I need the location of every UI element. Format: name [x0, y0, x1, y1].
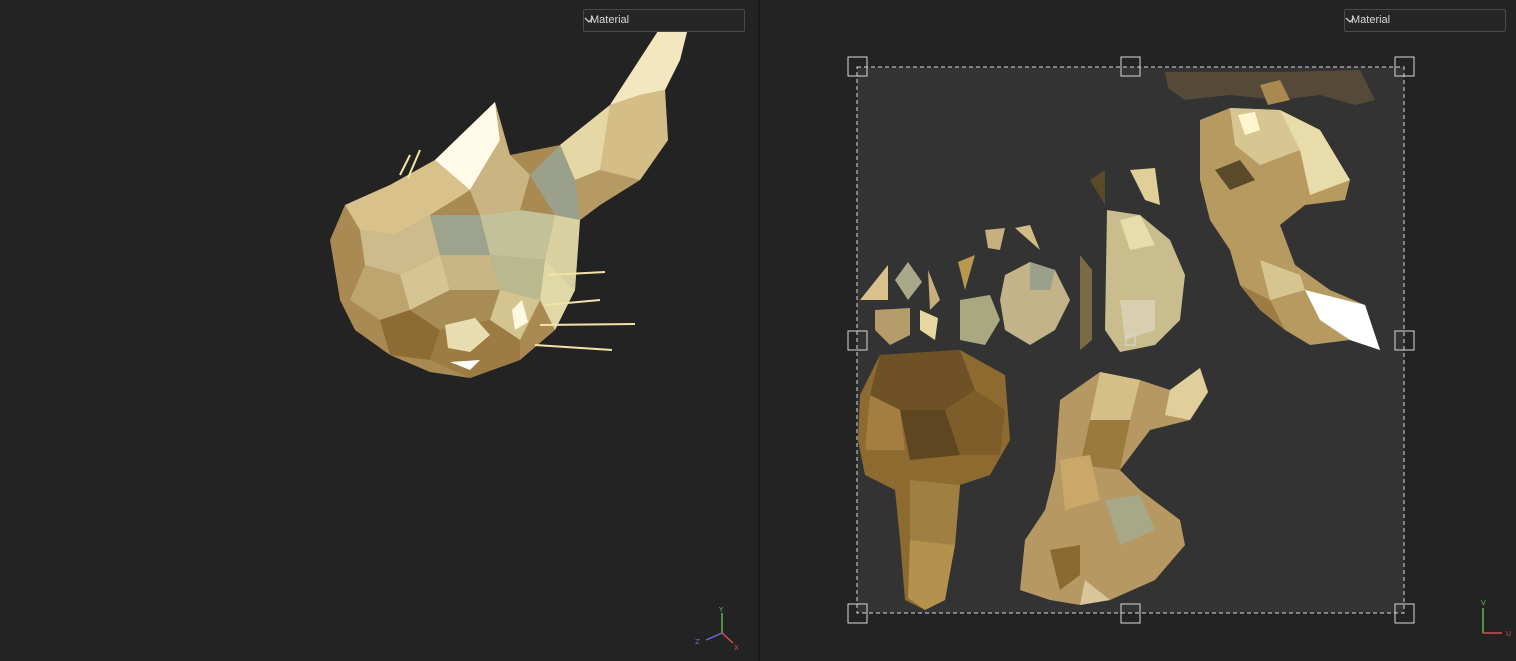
chevron-down-icon: [584, 17, 594, 23]
axis-gizmo-uv: V U: [1481, 599, 1511, 638]
uv-layout-render[interactable]: V U: [760, 0, 1516, 661]
shading-mode-label: Material: [590, 14, 630, 26]
axis-z-label: Z: [695, 638, 700, 646]
viewport-uv[interactable]: V U Material: [760, 0, 1516, 661]
3d-model-render[interactable]: Y Z X: [0, 0, 758, 661]
axis-v-label: V: [1481, 599, 1486, 607]
axis-y-label: Y: [718, 606, 724, 614]
viewport-3d[interactable]: Y Z X Material: [0, 0, 758, 661]
cat-head-mesh: [330, 20, 690, 378]
axis-x-label: X: [734, 644, 739, 652]
shading-mode-label: Material: [1351, 14, 1391, 26]
chevron-down-icon: [1345, 17, 1355, 23]
axis-u-label: U: [1506, 630, 1511, 638]
shading-mode-dropdown-uv[interactable]: Material: [1344, 9, 1506, 32]
axis-gizmo-3d: Y Z X: [695, 606, 739, 652]
shading-mode-dropdown-3d[interactable]: Material: [583, 9, 745, 32]
